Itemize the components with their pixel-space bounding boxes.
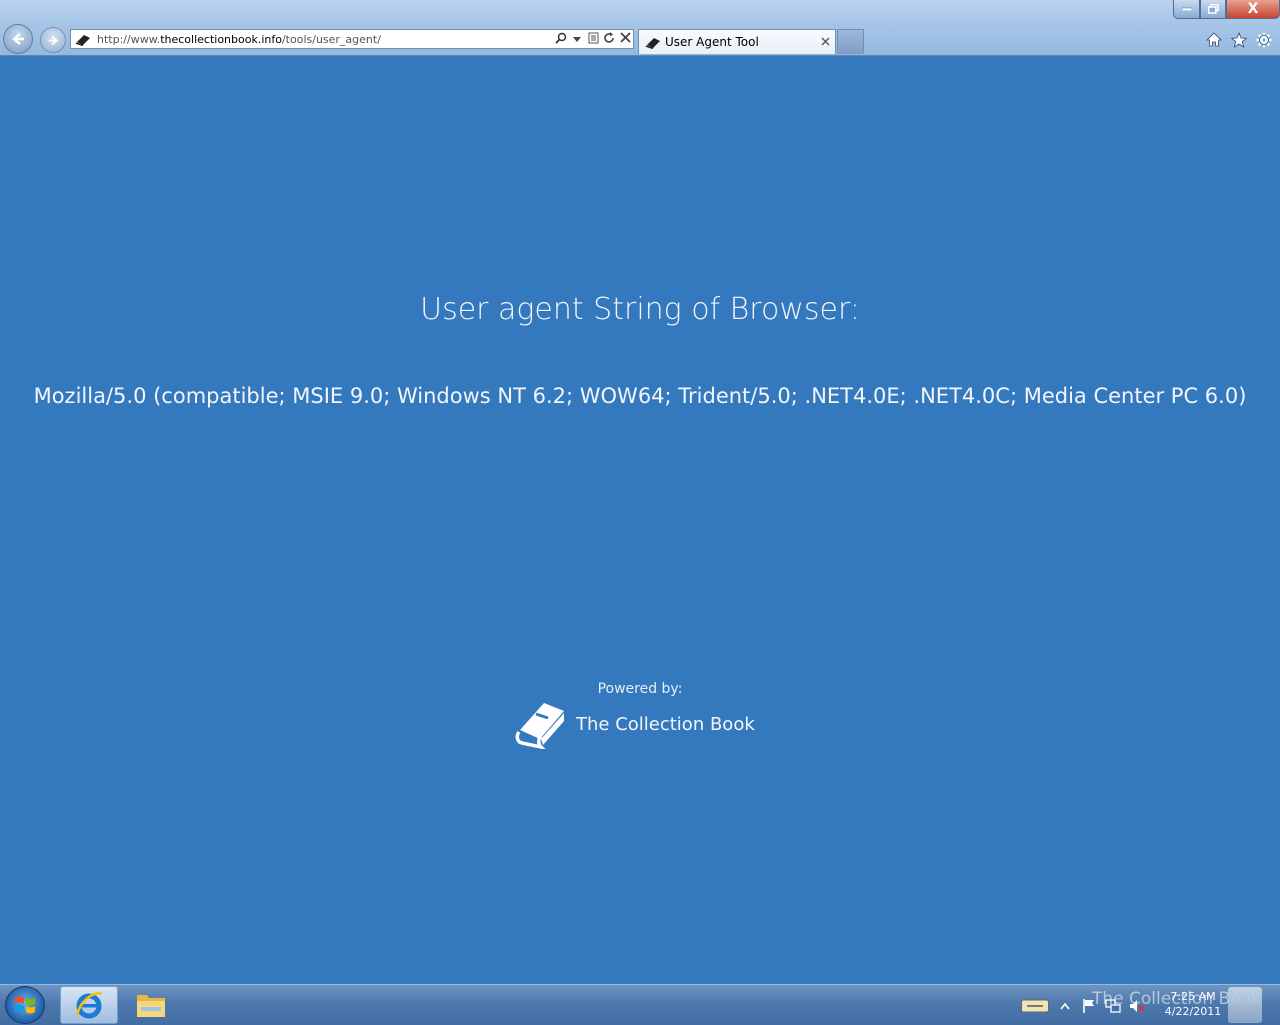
taskbar: The Collection Book 7:25 AM 4/22/2011 [0,984,1280,1025]
close-icon: X [1247,1,1259,17]
window-controls: X [1173,0,1280,20]
keyboard-input-icon[interactable] [1020,997,1050,1015]
restore-button[interactable] [1200,0,1226,19]
tab-user-agent-tool[interactable]: User Agent Tool [638,29,836,54]
book-favicon-icon [645,36,661,49]
user-agent-string: Mozilla/5.0 (compatible; MSIE 9.0; Windo… [33,384,1247,408]
book-logo-icon [515,703,564,749]
new-tab-button[interactable] [837,29,864,54]
minimize-icon [1181,7,1192,11]
stop-icon[interactable] [617,32,633,46]
arrow-right-icon [48,35,58,45]
taskbar-windows-explorer[interactable] [122,986,180,1024]
clock[interactable]: 7:25 AM 4/22/2011 [1160,989,1226,1019]
refresh-icon[interactable] [601,31,617,47]
back-button[interactable] [3,24,33,54]
forward-button[interactable] [40,27,66,53]
arrow-left-icon [12,33,24,45]
show-hidden-icons-chevron-icon[interactable] [1056,997,1074,1015]
internet-explorer-icon [75,992,103,1019]
search-icon[interactable] [553,32,569,47]
restore-icon [1207,4,1219,14]
page-title: User agent String of Browser: [420,292,860,327]
clock-time: 7:25 AM [1170,990,1216,1003]
taskbar-internet-explorer[interactable] [60,986,118,1024]
windows-logo-icon [15,996,35,1014]
browser-chrome: http://www.thecollectionbook.info/tools/… [0,0,1280,56]
address-bar[interactable]: http://www.thecollectionbook.info/tools/… [70,29,634,49]
dropdown-chevron-icon[interactable] [569,32,585,46]
tab-close-icon[interactable] [817,35,833,49]
favorites-star-icon[interactable] [1229,30,1248,49]
clock-date: 4/22/2011 [1164,1005,1222,1018]
close-button[interactable]: X [1226,0,1280,19]
command-icons [1204,30,1273,49]
url-domain: thecollectionbook.info [160,32,282,46]
url-path: /tools/user_agent/ [281,32,381,46]
brand-link[interactable]: The Collection Book [514,699,755,749]
book-favicon-icon [75,32,91,46]
gear-icon[interactable] [1254,30,1273,49]
powered-by-label: Powered by: [597,681,683,697]
compatibility-view-icon[interactable] [585,32,601,47]
url-prefix: http://www. [97,32,161,46]
folder-icon [137,995,165,1017]
url-text[interactable]: http://www.thecollectionbook.info/tools/… [97,33,553,46]
minimize-button[interactable] [1173,0,1200,19]
brand-name: The Collection Book [576,713,755,735]
tab-label: User Agent Tool [665,35,759,49]
show-desktop-button[interactable] [1228,987,1262,1023]
start-button[interactable] [5,986,45,1024]
home-icon[interactable] [1204,30,1223,49]
